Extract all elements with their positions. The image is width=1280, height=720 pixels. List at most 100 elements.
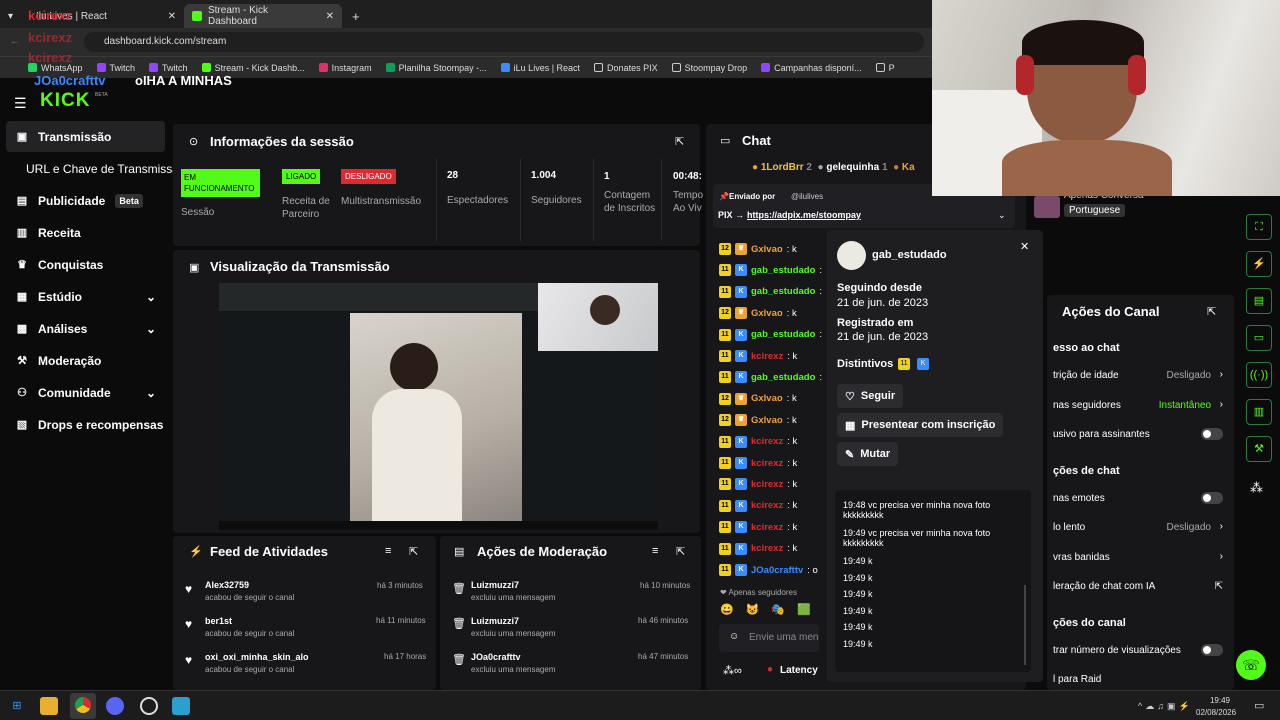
channel-action-row[interactable]: nas emotes — [1053, 491, 1227, 509]
tab-kick-dashboard[interactable]: Stream - Kick Dashboard ✕ — [184, 4, 342, 28]
chat-message[interactable]: 12 ♛ Gxlvao: k — [719, 243, 797, 255]
chat-username[interactable]: kcirexz — [751, 500, 783, 511]
chat-username[interactable]: Gxlvao — [751, 308, 783, 319]
channel-action-row[interactable]: usivo para assinantes — [1053, 428, 1227, 445]
chat-settings-icon[interactable]: ⁂∞ — [723, 664, 742, 677]
stream-video[interactable] — [219, 283, 658, 530]
bookmark-item[interactable]: Stream - Kick Dashb... — [201, 63, 305, 73]
chat-message[interactable]: 11 Kkcirexz: k — [719, 499, 797, 512]
sidebar-item-comunidade[interactable]: ⚇ Comunidade ⌄ — [16, 386, 156, 400]
chat-username[interactable]: kcirexz — [751, 351, 783, 362]
channel-action-row[interactable]: trar número de visualizações — [1053, 643, 1227, 661]
bookmark-folder[interactable]: P — [875, 63, 895, 73]
app-icon[interactable] — [172, 697, 190, 715]
channel-action-row[interactable]: leração de chat com IA ⇱ — [1053, 581, 1227, 597]
chat-message[interactable]: 11 Kkcirexz: k — [719, 478, 797, 491]
sidebar-item-transmissao[interactable]: ▣ Transmissão — [16, 130, 112, 144]
follow-button[interactable]: ♡ Seguir — [837, 384, 904, 408]
quick-action-button[interactable]: ⚒ — [1246, 436, 1272, 462]
close-icon[interactable]: ✕ — [326, 11, 334, 22]
sidebar-item-url-chave[interactable]: URL e Chave de Transmissão — [26, 162, 186, 176]
chat-message[interactable]: 11 Kgab_estudado: — [719, 285, 822, 298]
obs-icon[interactable] — [140, 697, 158, 715]
chat-message[interactable]: 12 ♛ Gxlvao: k — [719, 414, 797, 427]
bookmark-folder[interactable]: Donates PIX — [594, 63, 658, 73]
quick-action-button[interactable]: ▤ — [1246, 288, 1272, 314]
menu-icon[interactable]: ☰ — [14, 95, 27, 112]
toggle-switch[interactable] — [1201, 428, 1223, 440]
expand-icon[interactable]: ⇱ — [675, 135, 684, 148]
bookmark-item[interactable]: Twitch — [96, 63, 135, 73]
chat-username[interactable]: kcirexz — [751, 458, 783, 469]
new-tab-button[interactable]: + — [344, 4, 368, 28]
filter-icon[interactable]: ≡ — [385, 545, 391, 557]
pinned-link[interactable]: https://adpix.me/stoompay — [747, 210, 861, 220]
bookmark-folder[interactable]: Stoompay Drop — [671, 63, 747, 73]
bookmark-item[interactable]: iLu Lives | React — [500, 63, 580, 73]
filter-icon[interactable]: ≡ — [652, 545, 658, 557]
chat-username[interactable]: kcirexz — [751, 436, 783, 447]
sidebar-item-drops[interactable]: ▧ Drops e recompensas — [16, 418, 164, 432]
sidebar-item-receita[interactable]: ▥ Receita — [16, 226, 81, 240]
bookmark-item[interactable]: Instagram — [318, 63, 372, 73]
file-explorer-icon[interactable] — [40, 697, 58, 715]
channel-action-row[interactable]: nas seguidores Instantâneo › — [1053, 399, 1227, 416]
chat-input[interactable]: ☺ Envie uma men — [719, 624, 819, 652]
chat-message[interactable]: 11 Kkcirexz: k — [719, 350, 797, 362]
chevron-down-icon[interactable]: ⌄ — [998, 210, 1006, 221]
gift-sub-button[interactable]: ▦ Presentear com inscrição — [837, 413, 1004, 437]
bookmark-item[interactable]: Planilha Stoompay -... — [385, 63, 487, 73]
chat-username[interactable]: gab_estudado — [751, 286, 815, 297]
chat-message[interactable]: 12 ♛ Gxlvao: k — [719, 307, 797, 320]
chat-username[interactable]: kcirexz — [751, 543, 783, 554]
sidebar-item-publicidade[interactable]: ▤ Publicidade Beta — [16, 194, 143, 208]
chat-message[interactable]: 11 Kgab_estudado: — [719, 371, 822, 384]
quick-action-button[interactable]: ⛶ — [1246, 214, 1272, 240]
url-field[interactable]: dashboard.kick.com/stream — [84, 32, 924, 52]
toggle-switch[interactable] — [1201, 643, 1223, 656]
chat-username[interactable]: kcirexz — [751, 479, 783, 490]
expand-icon[interactable]: ⇱ — [676, 545, 685, 558]
chat-username[interactable]: gab_estudado — [751, 265, 815, 276]
kick-logo[interactable]: KICK — [40, 90, 90, 112]
close-icon[interactable]: ✕ — [168, 11, 176, 22]
chat-username[interactable]: kcirexz — [751, 522, 783, 533]
chat-message[interactable]: 11 Kkcirexz: k — [719, 435, 797, 448]
mute-button[interactable]: ✎ Mutar — [837, 442, 899, 466]
apps-icon[interactable]: ⁂ — [1250, 480, 1263, 496]
system-tray-icons[interactable]: ^☁♫▣⚡ — [1138, 701, 1193, 712]
quick-action-button[interactable]: ((·)) — [1246, 362, 1272, 388]
close-icon[interactable]: ✕ — [1020, 240, 1029, 253]
sidebar-item-estudio[interactable]: ▦ Estúdio ⌄ — [16, 290, 156, 304]
quick-action-button[interactable]: ▥ — [1246, 399, 1272, 425]
chat-message[interactable]: 12 ♛ Gxlvao: k — [719, 392, 797, 405]
chat-username[interactable]: Gxlvao — [751, 244, 783, 255]
chat-username[interactable]: Gxlvao — [751, 415, 783, 426]
channel-action-row[interactable]: l para Raid — [1053, 674, 1227, 690]
bookmark-item[interactable]: Campanhas disponí... — [761, 63, 862, 73]
scrollbar[interactable] — [1024, 585, 1026, 665]
chat-message[interactable]: 11 Kkcirexz: k — [719, 521, 797, 534]
expand-icon[interactable]: ⇱ — [1207, 305, 1216, 318]
sidebar-item-analises[interactable]: ▩ Análises ⌄ — [16, 322, 156, 336]
chat-username[interactable]: Gxlvao — [751, 393, 783, 404]
tab-search-icon[interactable]: ▾ — [0, 4, 24, 28]
sidebar-item-conquistas[interactable]: ♛ Conquistas — [16, 258, 103, 272]
channel-action-row[interactable]: vras banidas › — [1053, 551, 1227, 568]
emoji-icon[interactable]: ☺ — [729, 631, 739, 642]
chat-username[interactable]: gab_estudado — [751, 329, 815, 340]
chat-username[interactable]: JOa0crafttv — [751, 565, 803, 576]
emote-row[interactable]: 😀😺🎭🟩 — [720, 603, 823, 616]
discord-icon[interactable] — [106, 697, 124, 715]
chat-message[interactable]: 11 K JOa0crafttv: o — [719, 564, 818, 576]
support-button[interactable]: ☏ — [1236, 650, 1266, 680]
toggle-switch[interactable] — [1201, 491, 1223, 504]
quick-action-button[interactable]: ▭ — [1246, 325, 1272, 351]
windows-start-icon[interactable]: ⊞ — [8, 697, 26, 715]
sidebar-item-moderacao[interactable]: ⚒ Moderação — [16, 354, 101, 368]
quick-action-button[interactable]: ⚡ — [1246, 251, 1272, 277]
username[interactable]: gab_estudado — [872, 249, 947, 261]
channel-action-row[interactable]: trição de idade Desligado › — [1053, 369, 1227, 386]
chat-message[interactable]: 11 Kkcirexz: k — [719, 542, 797, 555]
chrome-taskbar-button[interactable] — [70, 693, 96, 719]
